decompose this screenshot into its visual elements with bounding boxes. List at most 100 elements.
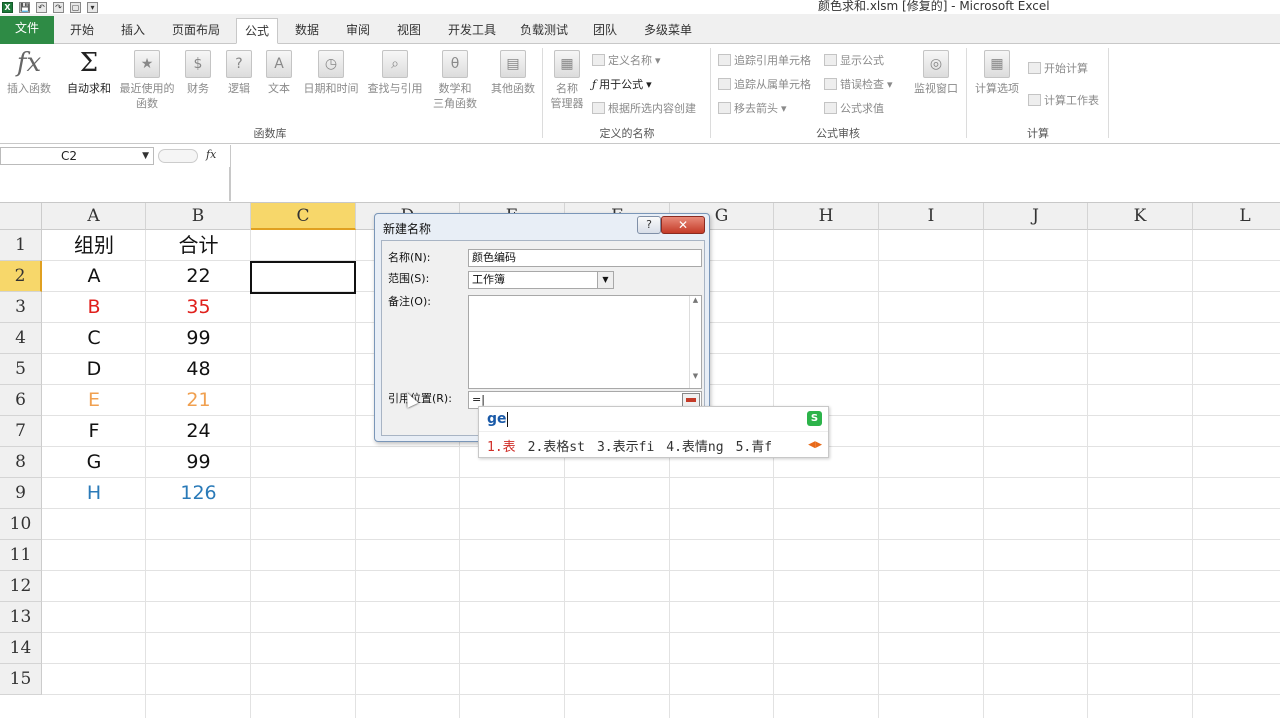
row-header-15[interactable]: 15 [0, 664, 42, 695]
tab-6[interactable]: 审阅 [338, 18, 378, 44]
insert-function-button[interactable]: fx 插入函数 [4, 50, 54, 96]
tab-11[interactable]: 多级菜单 [636, 18, 700, 44]
cell-a9[interactable]: H [42, 478, 146, 509]
column-header-i[interactable]: I [879, 203, 984, 230]
trace-precedents-button[interactable]: 追踪引用单元格 [718, 52, 811, 68]
text-button[interactable]: A 文本 [262, 50, 296, 96]
column-header-l[interactable]: L [1193, 203, 1280, 230]
cell-b1[interactable]: 合计 [146, 230, 251, 261]
trace-dependents-button[interactable]: 追踪从属单元格 [718, 76, 811, 92]
ime-candidate-1[interactable]: 1.表 [487, 436, 516, 455]
cell-a2[interactable]: A [42, 261, 146, 292]
column-header-b[interactable]: B [146, 203, 251, 230]
name-box[interactable]: C2 ▼ [0, 147, 154, 165]
cell-b5[interactable]: 48 [146, 354, 251, 385]
tab-4[interactable]: 公式 [236, 18, 279, 44]
column-header-k[interactable]: K [1088, 203, 1193, 230]
calculate-sheet-button[interactable]: 计算工作表 [1028, 92, 1099, 108]
tab-5[interactable]: 数据 [287, 18, 327, 44]
column-header-j[interactable]: J [984, 203, 1088, 230]
row-header-13[interactable]: 13 [0, 602, 42, 633]
cell-b7[interactable]: 24 [146, 416, 251, 447]
help-button[interactable]: ? [637, 216, 661, 234]
use-in-formula-button[interactable]: ƒ 用于公式 ▾ [592, 76, 652, 92]
show-formulas-button[interactable]: 显示公式 [824, 52, 884, 68]
autosum-button[interactable]: Σ 自动求和 [64, 50, 114, 96]
active-cell-c2[interactable] [250, 261, 356, 294]
ime-candidate-4[interactable]: 4.表情ng [666, 436, 723, 455]
row-header-7[interactable]: 7 [0, 416, 42, 447]
evaluate-formula-button[interactable]: 公式求值 [824, 100, 884, 116]
scrollbar[interactable]: ▲ ▼ [689, 296, 701, 388]
remove-arrows-button[interactable]: 移去箭头 ▾ [718, 100, 787, 116]
error-checking-button[interactable]: 错误检查 ▾ [824, 76, 893, 92]
name-box-dropdown-icon[interactable]: ▼ [142, 148, 149, 164]
cell-a6[interactable]: E [42, 385, 146, 416]
cell-b2[interactable]: 22 [146, 261, 251, 292]
customize-qat-icon[interactable]: ▾ [87, 1, 98, 13]
more-functions-button[interactable]: ▤ 其他函数 [486, 50, 540, 96]
cell-a5[interactable]: D [42, 354, 146, 385]
tab-3[interactable]: 页面布局 [164, 18, 228, 44]
tab-8[interactable]: 开发工具 [440, 18, 504, 44]
calculate-now-button[interactable]: 开始计算 [1028, 60, 1088, 76]
save-icon[interactable]: 💾 [19, 1, 30, 13]
watch-window-button[interactable]: ◎ 监视窗口 [910, 50, 962, 96]
tab-1[interactable]: 开始 [62, 18, 102, 44]
cell-b9[interactable]: 126 [146, 478, 251, 509]
cell-b8[interactable]: 99 [146, 447, 251, 478]
cell-a3[interactable]: B [42, 292, 146, 323]
ime-candidate-2[interactable]: 2.表格st [528, 436, 585, 455]
comment-textarea[interactable]: ▲ ▼ [468, 295, 702, 389]
cell-a7[interactable]: F [42, 416, 146, 447]
row-header-12[interactable]: 12 [0, 571, 42, 602]
column-header-a[interactable]: A [42, 203, 146, 230]
define-name-button[interactable]: 定义名称 ▾ [592, 52, 661, 68]
name-field[interactable]: 颜色编码 [468, 249, 702, 267]
row-header-10[interactable]: 10 [0, 509, 42, 540]
formula-input[interactable] [230, 145, 1280, 201]
cell-a8[interactable]: G [42, 447, 146, 478]
financial-button[interactable]: $ 财务 [180, 50, 216, 96]
logical-button[interactable]: ? 逻辑 [222, 50, 256, 96]
cell-b3[interactable]: 35 [146, 292, 251, 323]
column-header-c[interactable]: C [251, 203, 356, 230]
cell-b6[interactable]: 21 [146, 385, 251, 416]
row-header-3[interactable]: 3 [0, 292, 42, 323]
row-header-14[interactable]: 14 [0, 633, 42, 664]
close-button[interactable]: ✕ [661, 216, 705, 234]
undo-icon[interactable]: ↶ [36, 1, 47, 13]
create-from-selection-button[interactable]: 根据所选内容创建 [592, 100, 696, 116]
name-manager-button[interactable]: ▦ 名称 管理器 [546, 50, 588, 111]
ime-candidate-5[interactable]: 5.青f [736, 436, 772, 455]
cell-b4[interactable]: 99 [146, 323, 251, 354]
tab-7[interactable]: 视图 [389, 18, 429, 44]
row-header-2[interactable]: 2 [0, 261, 42, 292]
insert-function-fx-button[interactable]: fx [206, 148, 216, 161]
recent-functions-button[interactable]: ★ 最近使用的 函数 [116, 50, 178, 111]
row-header-5[interactable]: 5 [0, 354, 42, 385]
tab-9[interactable]: 负载测试 [512, 18, 576, 44]
range-select-icon[interactable] [682, 393, 700, 407]
row-header-4[interactable]: 4 [0, 323, 42, 354]
cell-a4[interactable]: C [42, 323, 146, 354]
row-header-11[interactable]: 11 [0, 540, 42, 571]
scope-select[interactable]: 工作簿 ▼ [468, 271, 614, 289]
datetime-button[interactable]: ◷ 日期和时间 [300, 50, 362, 96]
lookup-reference-button[interactable]: ⌕ 查找与引用 [364, 50, 426, 96]
row-header-6[interactable]: 6 [0, 385, 42, 416]
math-trig-button[interactable]: θ 数学和 三角函数 [428, 50, 482, 111]
ime-candidate-3[interactable]: 3.表示fi [597, 436, 654, 455]
column-header-h[interactable]: H [774, 203, 879, 230]
select-all-corner[interactable] [0, 203, 42, 230]
tab-2[interactable]: 插入 [113, 18, 153, 44]
tab-0[interactable]: 文件 [0, 16, 54, 44]
row-header-1[interactable]: 1 [0, 230, 42, 261]
calc-options-button[interactable]: ▦ 计算选项 [970, 50, 1024, 96]
page-arrows-icon[interactable]: ◀▶ [808, 440, 822, 450]
redo-icon[interactable]: ↷ [53, 1, 64, 13]
new-file-icon[interactable]: ▢ [70, 1, 81, 13]
cell-a1[interactable]: 组别 [42, 230, 146, 261]
row-header-8[interactable]: 8 [0, 447, 42, 478]
chevron-down-icon[interactable]: ▼ [597, 272, 613, 288]
